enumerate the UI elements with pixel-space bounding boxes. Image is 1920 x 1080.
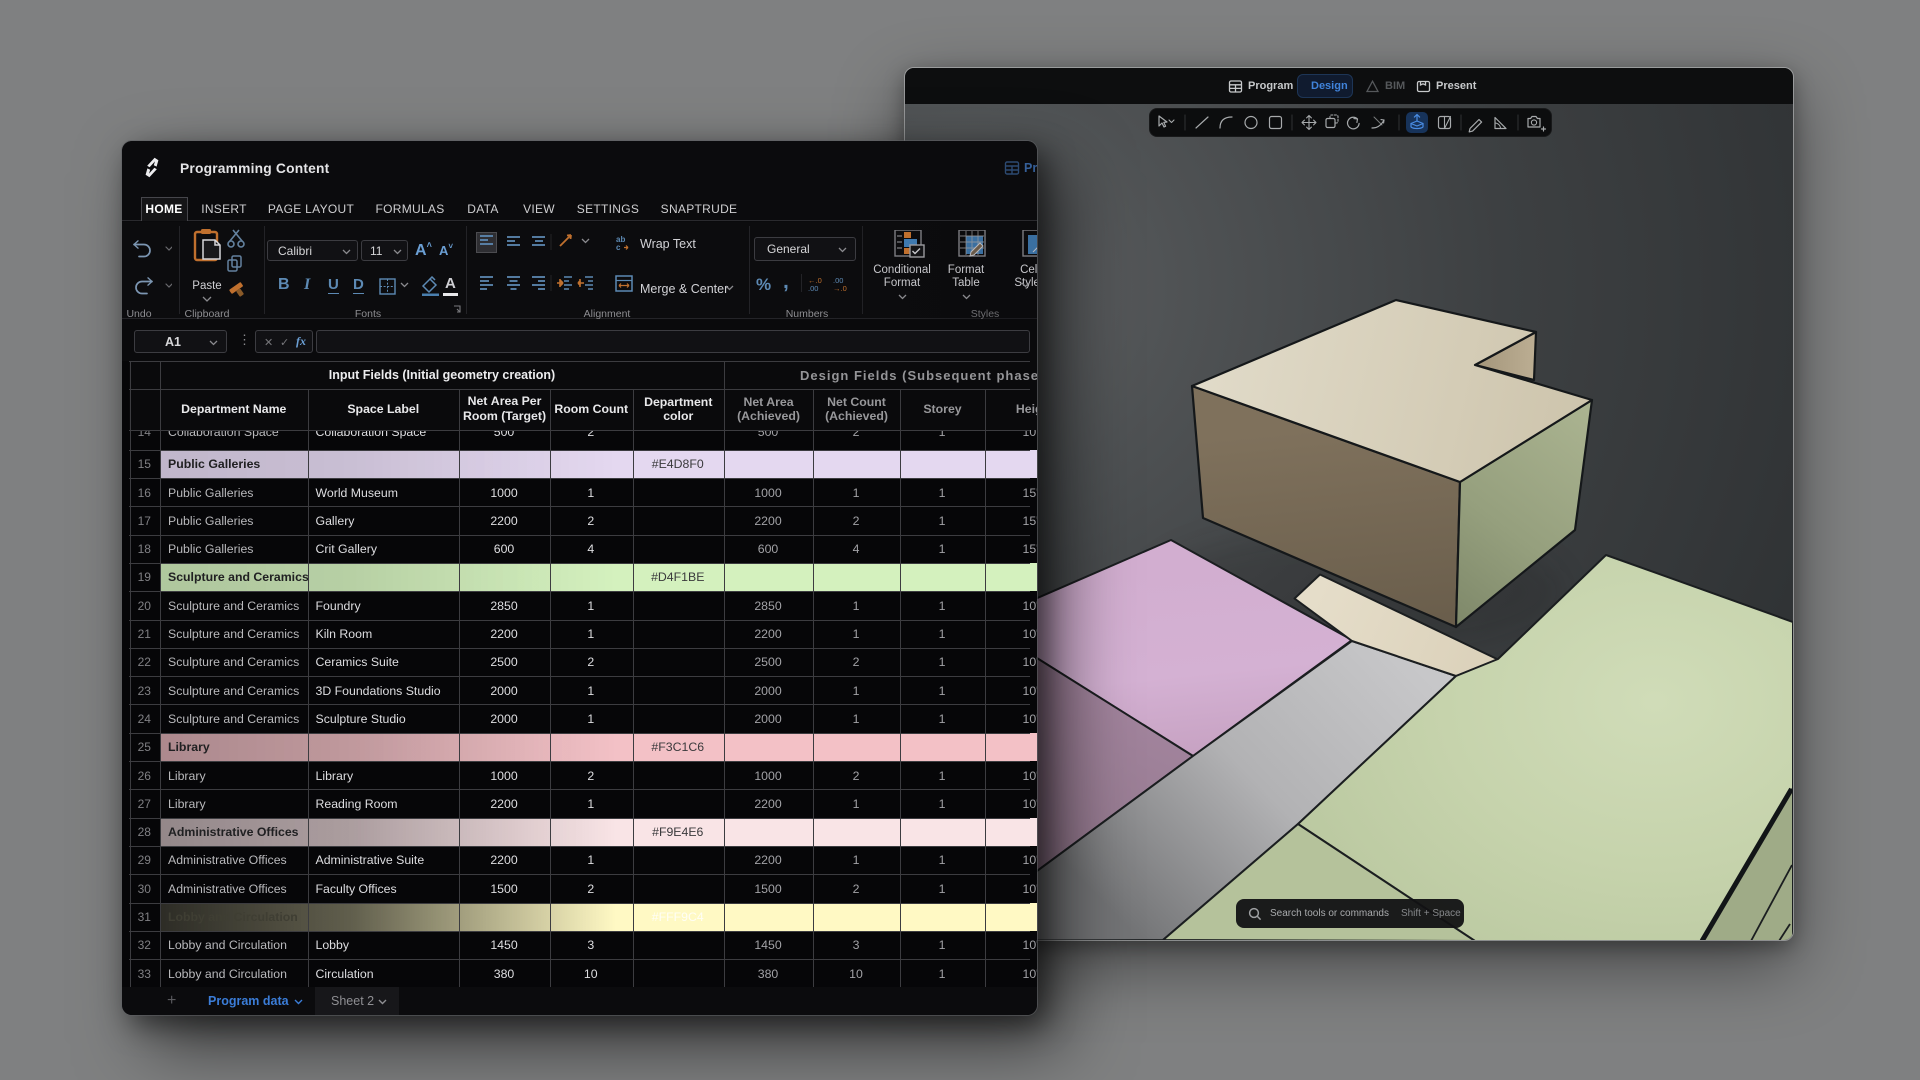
svg-text:Paste: Paste (192, 280, 221, 292)
svg-text:→.0: →.0 (833, 284, 847, 292)
svg-text:c: c (616, 243, 621, 251)
svg-text:.00: .00 (808, 284, 818, 292)
